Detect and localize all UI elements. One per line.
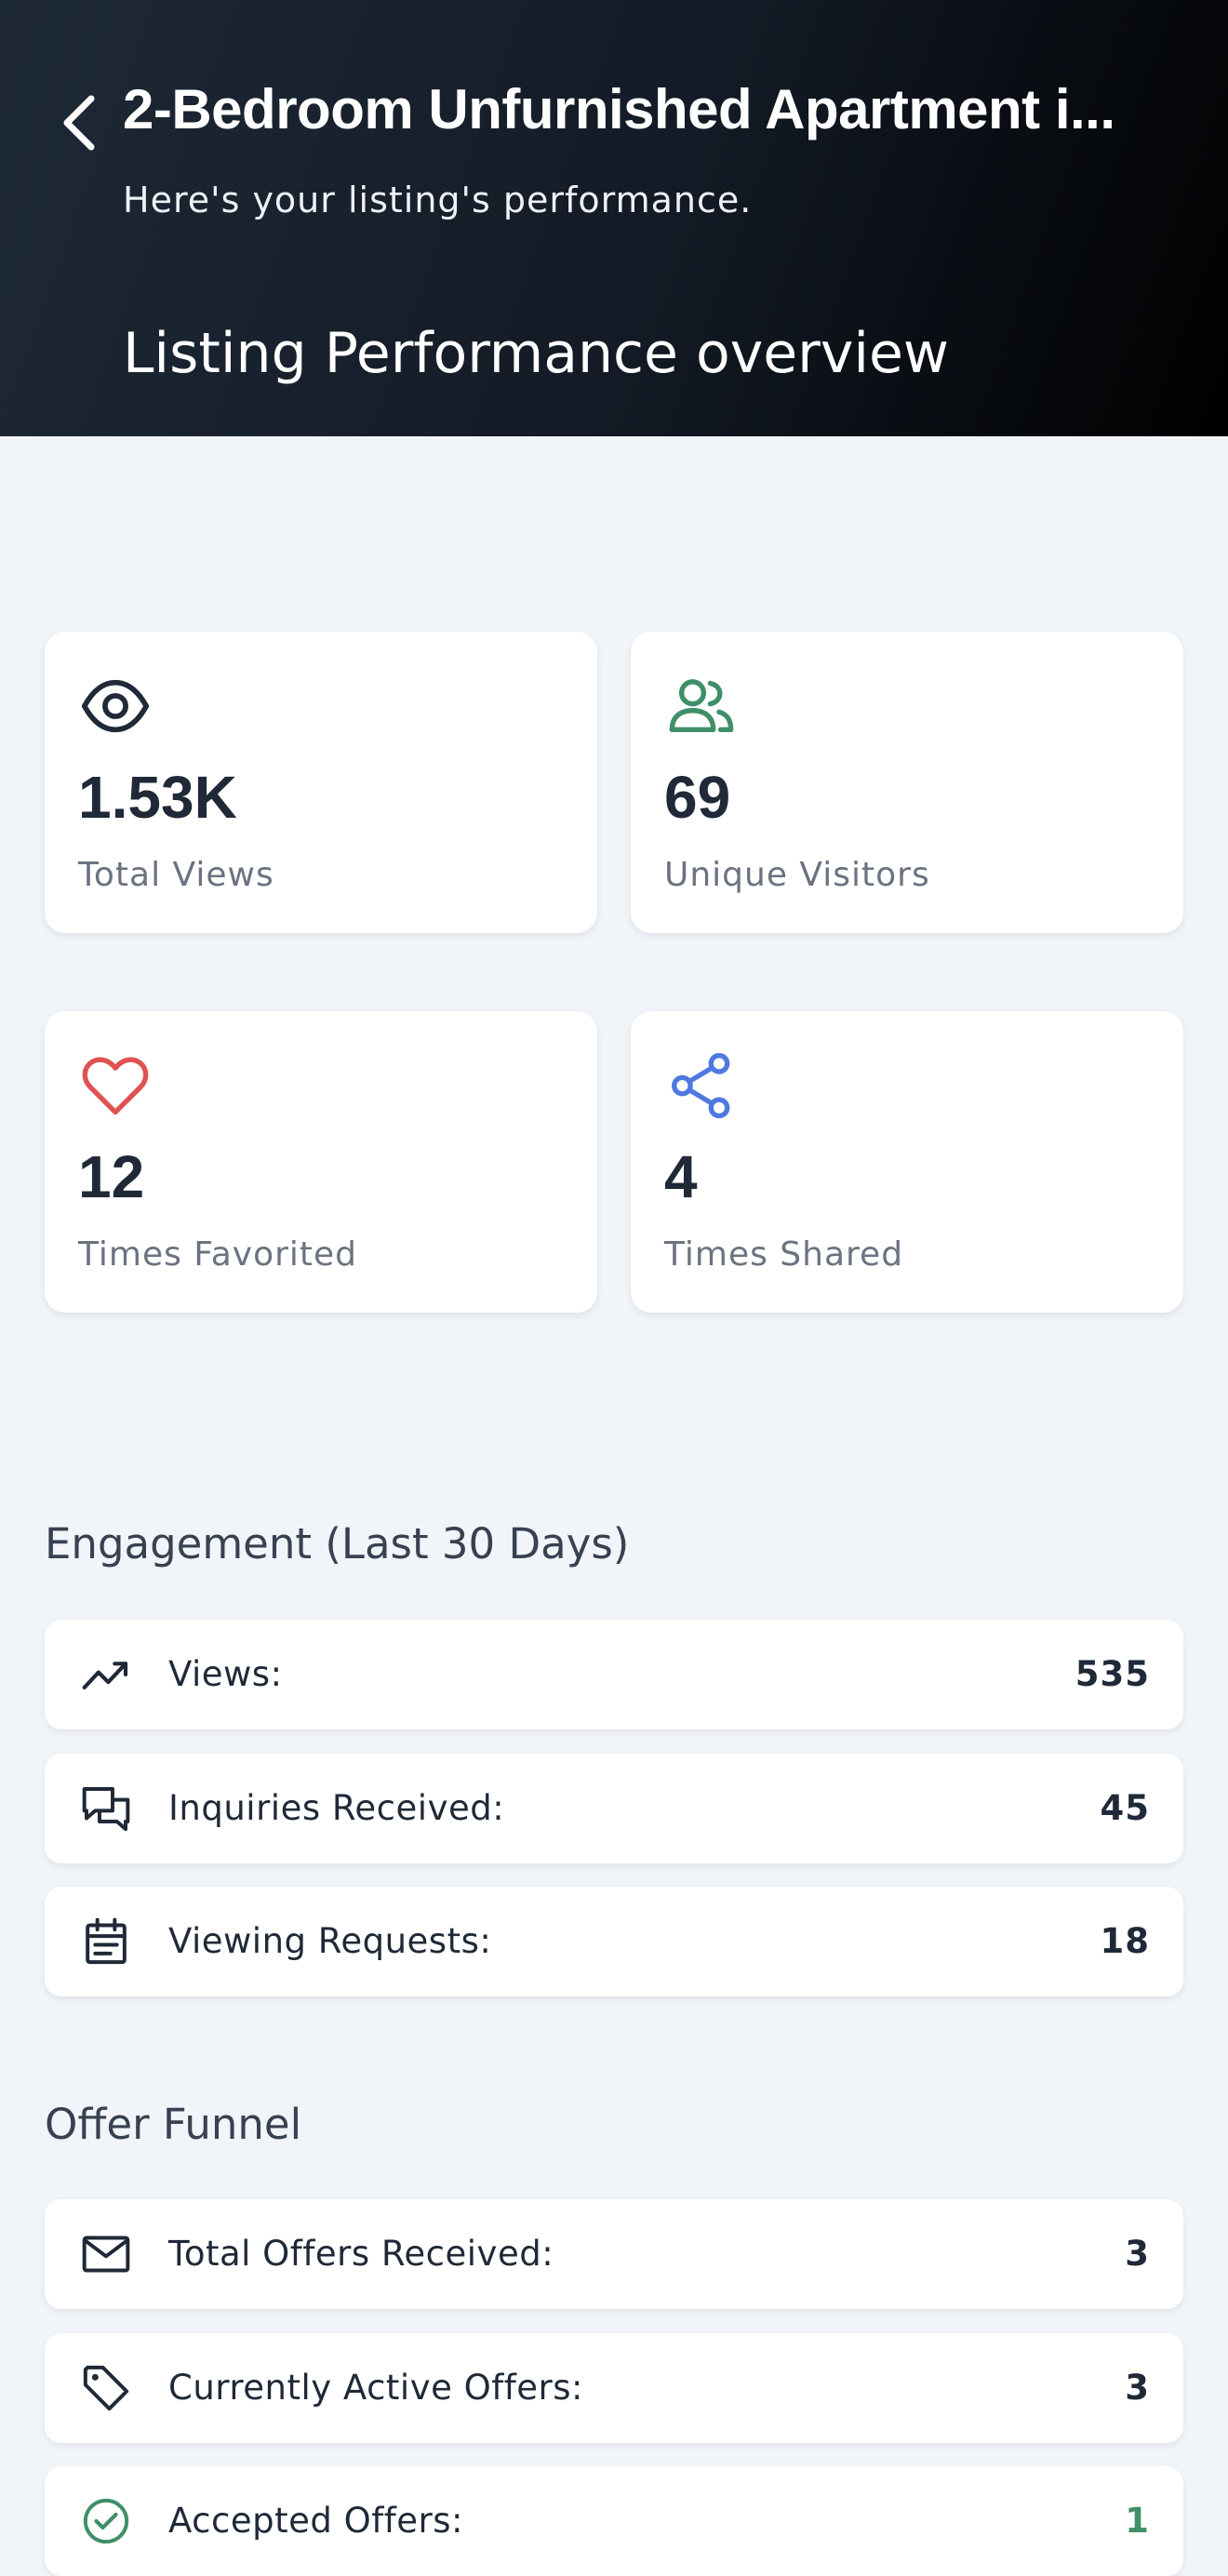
row-label: Viewing Requests: [168, 1921, 492, 1961]
page-header: 2-Bedroom Unfurnished Apartment i... Her… [0, 0, 1228, 436]
offer-funnel-heading: Offer Funnel [45, 2100, 302, 2149]
row-value: 45 [1100, 1788, 1150, 1828]
eye-icon [78, 669, 153, 743]
overview-heading: Listing Performance overview [123, 321, 949, 386]
tag-icon [78, 2360, 134, 2416]
stat-value: 4 [664, 1143, 698, 1210]
engagement-row-inquiries: Inquiries Received: 45 [45, 1754, 1183, 1863]
trending-up-icon [78, 1647, 134, 1702]
stat-value: 1.53K [78, 764, 237, 831]
stat-value: 69 [664, 764, 731, 831]
heart-icon [78, 1048, 153, 1123]
users-icon [664, 669, 739, 743]
row-value: 3 [1125, 2234, 1150, 2274]
engagement-heading: Engagement (Last 30 Days) [45, 1519, 630, 1568]
row-value: 18 [1100, 1921, 1150, 1961]
stat-label: Unique Visitors [664, 856, 930, 894]
stat-card-total-views: 1.53K Total Views [45, 632, 597, 933]
row-label: Inquiries Received: [168, 1788, 505, 1828]
row-label: Accepted Offers: [168, 2501, 464, 2541]
row-value: 535 [1074, 1654, 1150, 1694]
share-icon [664, 1048, 739, 1123]
calendar-icon [78, 1914, 134, 1969]
stat-label: Total Views [78, 856, 274, 894]
offer-row-total-received: Total Offers Received: 3 [45, 2199, 1183, 2309]
check-circle-icon [78, 2493, 134, 2549]
row-value: 3 [1125, 2368, 1150, 2408]
row-label: Total Offers Received: [168, 2234, 554, 2274]
chat-bubbles-icon [78, 1781, 134, 1836]
stat-card-times-favorited: 12 Times Favorited [45, 1011, 597, 1313]
stat-card-unique-visitors: 69 Unique Visitors [631, 632, 1183, 933]
stat-value: 12 [78, 1143, 145, 1210]
listing-subtitle: Here's your listing's performance. [123, 180, 753, 220]
back-button[interactable] [54, 86, 106, 160]
stat-card-times-shared: 4 Times Shared [631, 1011, 1183, 1313]
stat-label: Times Shared [664, 1235, 904, 1274]
stat-label: Times Favorited [78, 1235, 358, 1274]
chevron-left-icon [63, 95, 95, 151]
row-value: 1 [1125, 2501, 1150, 2541]
engagement-row-views: Views: 535 [45, 1620, 1183, 1729]
row-label: Views: [168, 1654, 283, 1694]
engagement-row-viewing-requests: Viewing Requests: 18 [45, 1887, 1183, 1996]
offer-row-accepted: Accepted Offers: 1 [45, 2466, 1183, 2576]
offer-row-currently-active: Currently Active Offers: 3 [45, 2333, 1183, 2443]
row-label: Currently Active Offers: [168, 2368, 584, 2408]
mail-icon [78, 2226, 134, 2282]
listing-title: 2-Bedroom Unfurnished Apartment i... [123, 78, 1115, 140]
